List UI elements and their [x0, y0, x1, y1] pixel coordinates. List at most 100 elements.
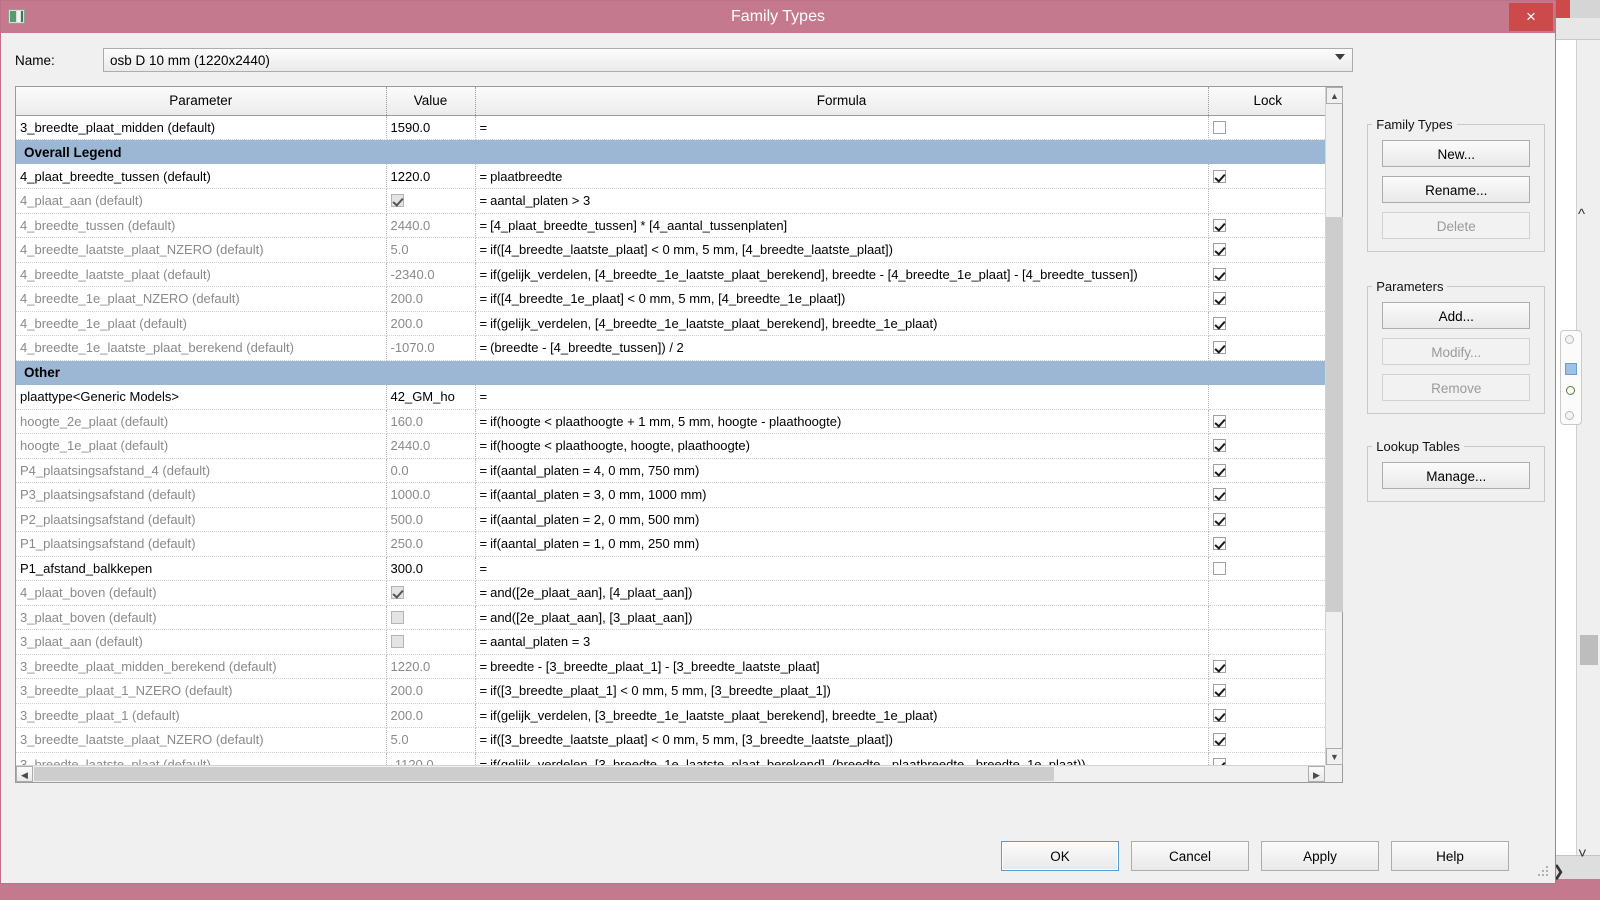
lock-checkbox-checked[interactable]: [1212, 267, 1226, 281]
cell-formula[interactable]: = if(hoogte < plaathoogte + 1 mm, 5 mm, h…: [475, 409, 1209, 434]
table-row[interactable]: 3_breedte_plaat_1_NZERO (default) 200.0 = i…: [16, 678, 1325, 704]
cell-value[interactable]: 200.0: [386, 311, 476, 336]
cell-formula[interactable]: = if([3_breedte_plaat_1] < 0 mm, 5 mm, [3…: [475, 678, 1209, 704]
cell-lock[interactable]: [1208, 580, 1325, 606]
cell-parameter[interactable]: P3_plaatsingsafstand (default): [16, 482, 387, 508]
table-row[interactable]: 4_breedte_laatste_plaat_NZERO (default) 5…: [16, 237, 1325, 263]
new-button[interactable]: New...: [1382, 140, 1531, 167]
cell-value[interactable]: [386, 605, 476, 630]
scroll-up-icon[interactable]: ▲: [1326, 87, 1343, 104]
cell-lock[interactable]: [1208, 752, 1325, 765]
close-icon[interactable]: ×: [1509, 3, 1553, 31]
cell-parameter[interactable]: 4_breedte_1e_laatste_plaat_berekend (def…: [16, 335, 387, 361]
cell-lock[interactable]: [1208, 237, 1325, 263]
column-header-parameter[interactable]: Parameter: [16, 87, 387, 116]
lock-checkbox-checked[interactable]: [1212, 463, 1226, 477]
cell-formula[interactable]: = and([2e_plaat_aan], [3_plaat_aan]): [475, 605, 1209, 630]
lock-checkbox-unchecked[interactable]: [1212, 120, 1226, 134]
cell-formula[interactable]: = if(gelijk_verdelen, [4_breedte_1e_laats…: [475, 262, 1209, 287]
table-row[interactable]: P4_plaatsingsafstand_4 (default) 0.0 = if(a…: [16, 458, 1325, 483]
cell-parameter[interactable]: P1_afstand_balkkepen: [16, 556, 387, 581]
cell-lock[interactable]: [1208, 409, 1325, 434]
table-row[interactable]: 4_breedte_laatste_plaat (default) -2340.0…: [16, 262, 1325, 287]
cell-parameter[interactable]: 3_breedte_laatste_plaat_NZERO (default): [16, 727, 387, 753]
cell-formula[interactable]: = if(gelijk_verdelen, [3_breedte_1e_laats…: [475, 703, 1209, 728]
cell-lock[interactable]: [1208, 286, 1325, 312]
cell-formula[interactable]: = (breedte - [4_breedte_tussen]) / 2: [475, 335, 1209, 361]
cell-value[interactable]: 300.0: [386, 556, 476, 581]
value-checkbox-unchecked[interactable]: [390, 610, 404, 624]
table-row[interactable]: 4_breedte_1e_laatste_plaat_berekend (def…: [16, 335, 1325, 361]
table-row[interactable]: 3_breedte_plaat_midden_berekend (default…: [16, 654, 1325, 679]
grid-horizontal-scrollbar[interactable]: ◀ ▶: [16, 765, 1325, 782]
cell-parameter[interactable]: P2_plaatsingsafstand (default): [16, 507, 387, 532]
cell-value[interactable]: 5.0: [386, 237, 476, 263]
cell-parameter[interactable]: hoogte_1e_plaat (default): [16, 433, 387, 459]
cell-parameter[interactable]: 3_breedte_plaat_1_NZERO (default): [16, 678, 387, 704]
cell-value[interactable]: 200.0: [386, 678, 476, 704]
cell-parameter[interactable]: 3_breedte_laatste_plaat (default): [16, 752, 387, 765]
cell-lock[interactable]: [1208, 605, 1325, 630]
table-row[interactable]: 3_plaat_boven (default) = and([2e_plaat_aa…: [16, 605, 1325, 630]
table-row[interactable]: 3_breedte_plaat_1 (default) 200.0 = if(geli…: [16, 703, 1325, 728]
cell-lock[interactable]: [1208, 458, 1325, 483]
scroll-right-icon[interactable]: ▶: [1308, 766, 1325, 782]
table-row[interactable]: 4_plaat_aan (default) = aantal_platen > 3: [16, 188, 1325, 214]
cell-lock[interactable]: [1208, 727, 1325, 753]
table-row[interactable]: plaattype<Generic Models> 42_GM_ho =: [16, 384, 1325, 410]
value-checkbox-checked[interactable]: [390, 586, 404, 600]
scroll-left-icon[interactable]: ◀: [16, 766, 33, 782]
add-parameter-button[interactable]: Add...: [1382, 302, 1531, 329]
chevron-down-icon[interactable]: [1335, 54, 1346, 60]
cell-value[interactable]: 5.0: [386, 727, 476, 753]
lock-checkbox-checked[interactable]: [1212, 659, 1226, 673]
cell-formula[interactable]: = plaatbreedte: [475, 164, 1209, 189]
horizontal-scroll-thumb[interactable]: [34, 767, 1054, 781]
table-row[interactable]: P1_plaatsingsafstand (default) 250.0 = if(a…: [16, 531, 1325, 557]
cell-parameter[interactable]: plaattype<Generic Models>: [16, 384, 387, 410]
cell-formula[interactable]: = aantal_platen = 3: [475, 629, 1209, 655]
cell-lock[interactable]: [1208, 703, 1325, 728]
table-row[interactable]: 4_breedte_1e_plaat (default) 200.0 = if(gel…: [16, 311, 1325, 336]
cell-parameter[interactable]: hoogte_2e_plaat (default): [16, 409, 387, 434]
cell-parameter[interactable]: 4_breedte_laatste_plaat_NZERO (default): [16, 237, 387, 263]
cell-lock[interactable]: [1208, 164, 1325, 189]
manage-lookup-tables-button[interactable]: Manage...: [1382, 462, 1531, 489]
cell-lock[interactable]: [1208, 384, 1325, 410]
lock-checkbox-unchecked[interactable]: [1212, 561, 1226, 575]
cell-lock[interactable]: [1208, 311, 1325, 336]
cell-lock[interactable]: [1208, 507, 1325, 532]
lock-checkbox-checked[interactable]: [1212, 757, 1226, 765]
cell-formula[interactable]: = if(hoogte < plaathoogte, hoogte, plaath…: [475, 433, 1209, 459]
cell-value[interactable]: 1590.0: [386, 115, 476, 140]
family-type-select[interactable]: osb D 10 mm (1220x2440): [103, 48, 1354, 72]
cell-value[interactable]: 2440.0: [386, 433, 476, 459]
resize-grip-icon[interactable]: [1537, 866, 1549, 878]
cell-lock[interactable]: [1208, 262, 1325, 287]
table-row[interactable]: 3_breedte_laatste_plaat_NZERO (default) 5…: [16, 727, 1325, 753]
table-row[interactable]: 4_plaat_boven (default) = and([2e_plaat_aa…: [16, 580, 1325, 606]
cell-value[interactable]: [386, 629, 476, 655]
cell-lock[interactable]: [1208, 335, 1325, 361]
cell-parameter[interactable]: 4_breedte_tussen (default): [16, 213, 387, 238]
cell-value[interactable]: 500.0: [386, 507, 476, 532]
lock-checkbox-checked[interactable]: [1212, 439, 1226, 453]
cell-value[interactable]: -2340.0: [386, 262, 476, 287]
table-row[interactable]: 3_plaat_aan (default) = aantal_platen = 3: [16, 629, 1325, 655]
cell-formula[interactable]: = if(aantal_platen = 4, 0 mm, 750 mm): [475, 458, 1209, 483]
cancel-button[interactable]: Cancel: [1131, 841, 1249, 871]
value-checkbox-unchecked[interactable]: [390, 635, 404, 649]
lock-checkbox-checked[interactable]: [1212, 316, 1226, 330]
cell-lock[interactable]: [1208, 115, 1325, 140]
lock-checkbox-checked[interactable]: [1212, 488, 1226, 502]
cell-value[interactable]: 2440.0: [386, 213, 476, 238]
cell-value[interactable]: 160.0: [386, 409, 476, 434]
cell-formula[interactable]: = breedte - [3_breedte_plaat_1] - [3_bree…: [475, 654, 1209, 679]
cell-parameter[interactable]: P1_plaatsingsafstand (default): [16, 531, 387, 557]
cell-parameter[interactable]: 4_plaat_breedte_tussen (default): [16, 164, 387, 189]
cell-parameter[interactable]: 3_breedte_plaat_midden (default): [16, 115, 387, 140]
cell-formula[interactable]: = aantal_platen > 3: [475, 188, 1209, 214]
lock-checkbox-checked[interactable]: [1212, 292, 1226, 306]
cell-lock[interactable]: [1208, 678, 1325, 704]
table-row[interactable]: 3_breedte_plaat_midden (default) 1590.0 =: [16, 115, 1325, 140]
